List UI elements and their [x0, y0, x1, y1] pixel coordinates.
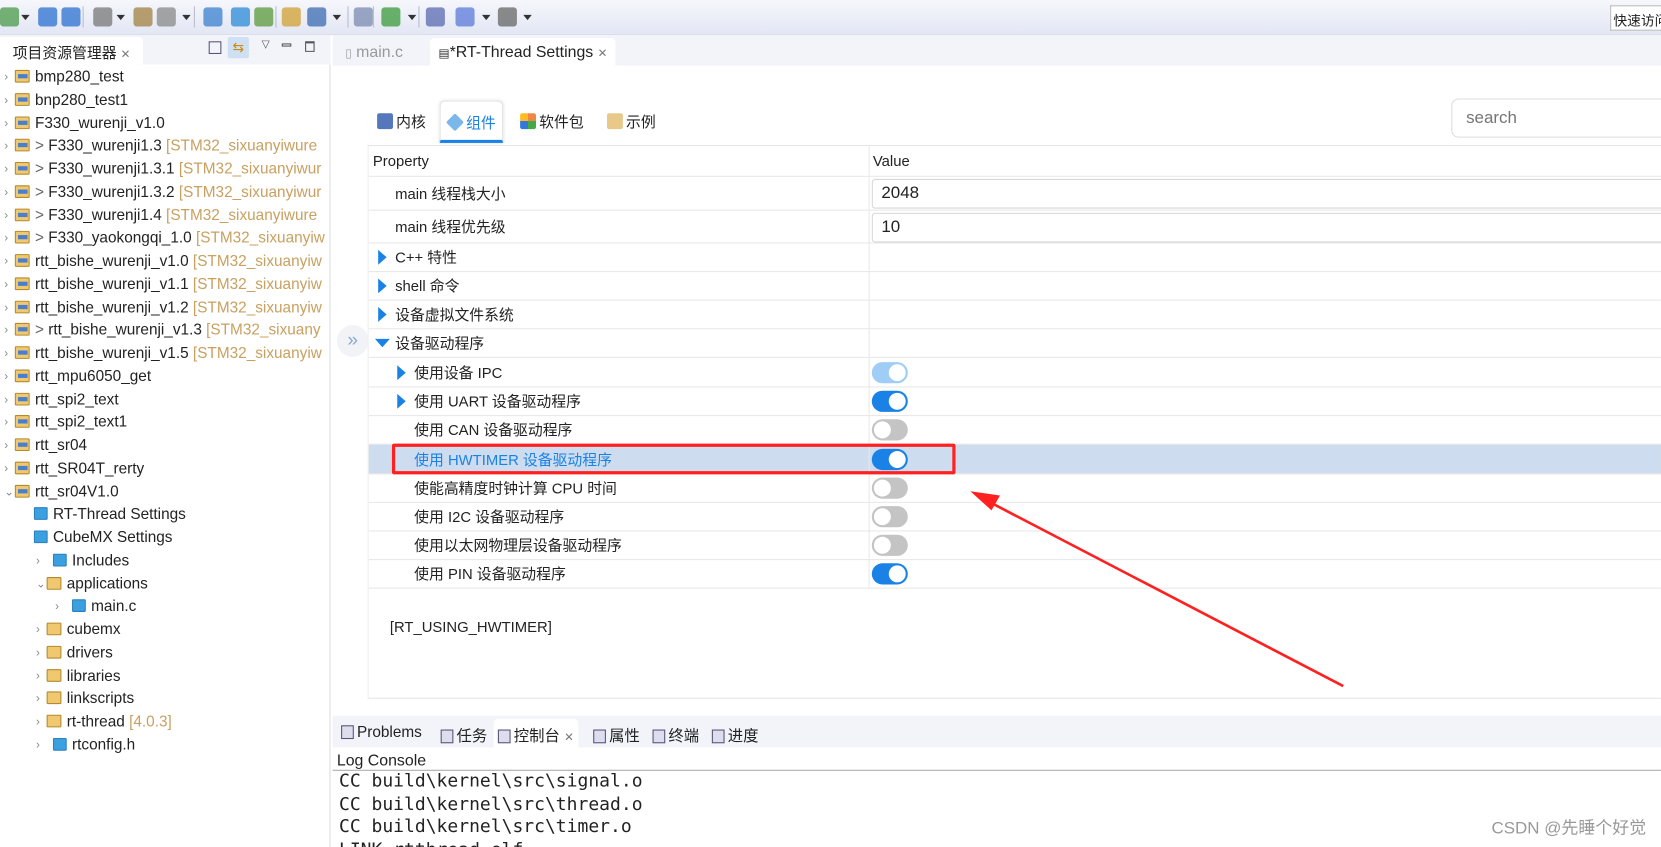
tab-console[interactable]: 控制台 ✕	[493, 718, 579, 748]
problems-icon	[341, 725, 354, 740]
progress-icon	[711, 729, 725, 744]
close-icon[interactable]: ✕	[564, 732, 574, 745]
console-line: CC build\kernel\src\timer.o	[338, 816, 632, 838]
properties-icon	[593, 729, 606, 744]
bottom-panel: Problems 任务 控制台 ✕ 属性 终端 进度 Log Console CC bui…	[332, 715, 1661, 847]
tab-progress[interactable]: 进度	[708, 719, 763, 748]
tasks-icon	[440, 729, 454, 744]
tab-label: 任务	[456, 728, 488, 746]
console-line: CC build\kernel\src\signal.o	[338, 770, 643, 792]
tab-terminal[interactable]: 终端	[648, 719, 703, 748]
tab-label: 进度	[727, 728, 759, 746]
console-line: CC build\kernel\src\thread.o	[338, 793, 643, 815]
watermark: CSDN @先睡个好觉	[1491, 819, 1647, 838]
tab-label: Problems	[356, 724, 422, 742]
tab-properties[interactable]: 属性	[589, 719, 644, 748]
bottom-tab-bar: Problems 任务 控制台 ✕ 属性 终端 进度	[332, 715, 1661, 748]
console-line: LINK rtthread.elf	[339, 839, 523, 847]
terminal-icon	[652, 729, 666, 744]
arrow-line	[984, 498, 1344, 688]
arrow-head	[970, 491, 1000, 511]
tab-tasks[interactable]: 任务	[436, 719, 491, 748]
console-icon	[497, 729, 511, 744]
tab-label: 属性	[609, 728, 640, 746]
console-title: Log Console	[336, 751, 427, 770]
tab-problems[interactable]: Problems	[337, 719, 426, 748]
tab-label: 终端	[668, 728, 700, 746]
tab-label: 控制台	[513, 728, 560, 746]
ide-window: 快速访问 项目资源管理器 ✕ ⇆ ▽ ›bmp280_test ›bnp280_…	[0, 0, 1661, 847]
